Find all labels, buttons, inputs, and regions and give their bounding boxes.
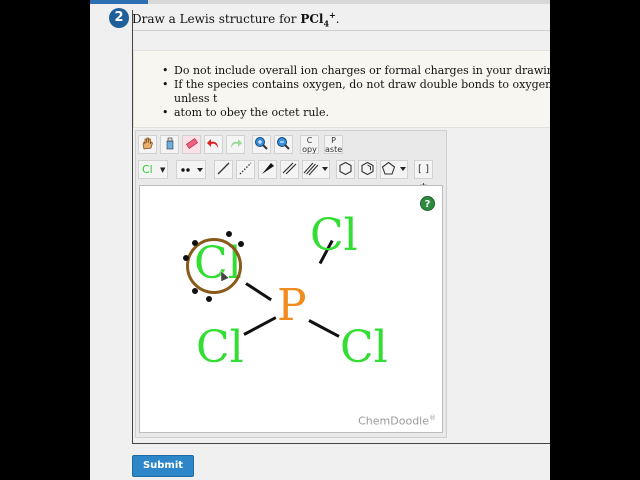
formula: PCl4+ bbox=[300, 10, 336, 28]
zoom-in-icon bbox=[255, 137, 268, 150]
redo-button[interactable] bbox=[226, 135, 245, 154]
eraser-button[interactable] bbox=[182, 135, 201, 154]
single-bond-icon bbox=[217, 162, 230, 175]
chlorine-atom-bottomleft[interactable]: Cl bbox=[196, 326, 244, 370]
spray-bottle-icon bbox=[166, 137, 174, 150]
toolbar-row-1: C opy P aste bbox=[138, 135, 438, 155]
instruction-continuation: atom to obey the octet rule. bbox=[174, 106, 329, 119]
help-icon[interactable]: ? bbox=[420, 196, 435, 211]
instructions-box: Do not include overall ion charges or fo… bbox=[133, 50, 550, 128]
submit-button[interactable]: Submit bbox=[132, 455, 194, 477]
undo-arrow-icon bbox=[207, 139, 218, 148]
pan-hand-button[interactable] bbox=[138, 135, 157, 154]
instruction-item-continued: atom to obey the octet rule. bbox=[162, 106, 550, 120]
element-selector[interactable]: Cl ▼ bbox=[138, 160, 168, 179]
instruction-item: Do not include overall ion charges or fo… bbox=[162, 64, 550, 78]
active-tab-indicator bbox=[90, 0, 148, 4]
brand-mark: ® bbox=[429, 414, 436, 423]
bond-p-cl-bottomright bbox=[308, 319, 340, 338]
wedge-bond-button[interactable] bbox=[258, 160, 277, 179]
prompt-suffix: . bbox=[335, 12, 340, 26]
benzene-icon bbox=[361, 161, 374, 176]
lone-pair-electron bbox=[192, 288, 198, 294]
zoom-out-button[interactable] bbox=[274, 135, 293, 154]
brand-text: ChemDoodle bbox=[358, 415, 429, 428]
cyclohexane-button[interactable] bbox=[336, 160, 355, 179]
double-bond-button[interactable] bbox=[280, 160, 299, 179]
question-number-badge: 2 bbox=[109, 8, 129, 28]
charge-bracket-button[interactable]: [ ]± bbox=[414, 160, 433, 192]
phosphorus-atom[interactable]: P bbox=[277, 284, 307, 328]
redo-arrow-icon bbox=[231, 139, 242, 148]
top-tab-strip bbox=[90, 0, 550, 4]
clear-button[interactable] bbox=[160, 135, 179, 154]
undo-button[interactable] bbox=[204, 135, 223, 154]
benzene-button[interactable] bbox=[358, 160, 377, 179]
lone-pair-icon bbox=[181, 168, 203, 172]
dashed-bond-icon bbox=[239, 162, 252, 175]
chevron-down-icon: ▼ bbox=[160, 166, 166, 174]
chemdoodle-brand: ChemDoodle® bbox=[358, 414, 436, 428]
bond-p-cl-topleft bbox=[245, 282, 272, 302]
triple-bond-icon bbox=[303, 162, 328, 176]
formula-superscript: + bbox=[329, 10, 336, 20]
pentagon-icon bbox=[381, 161, 406, 175]
lone-pair-electron bbox=[226, 231, 232, 237]
triple-bond-selector[interactable] bbox=[302, 160, 330, 179]
lone-pair-selector[interactable] bbox=[176, 160, 206, 179]
prompt-divider bbox=[133, 30, 550, 31]
drawing-canvas[interactable]: ? Cl Cl P Cl Cl ChemDoodle® bbox=[139, 185, 443, 433]
hand-icon bbox=[142, 137, 153, 150]
element-label: Cl bbox=[142, 163, 153, 176]
lone-pair-electron bbox=[238, 241, 244, 247]
hexagon-icon bbox=[339, 161, 352, 176]
ring-selector[interactable] bbox=[380, 160, 408, 179]
zoom-out-icon bbox=[277, 137, 290, 150]
selected-atom-highlight-ring bbox=[186, 238, 242, 294]
copy-button[interactable]: C opy bbox=[300, 135, 319, 154]
question-page: 2 Draw a Lewis structure for PCl4+. Do n… bbox=[90, 0, 550, 480]
chemdoodle-editor: C opy P aste Cl ▼ [] ? Cl Cl P Cl Cl Ch… bbox=[135, 130, 447, 438]
eraser-icon bbox=[186, 138, 198, 149]
formula-base: PCl bbox=[300, 12, 324, 26]
question-prompt: Draw a Lewis structure for PCl4+. bbox=[132, 10, 340, 28]
question-frame-bottom bbox=[132, 443, 550, 444]
chlorine-atom-topright[interactable]: Cl bbox=[310, 214, 358, 258]
instructions-list: Do not include overall ion charges or fo… bbox=[162, 64, 550, 120]
single-bond-button[interactable] bbox=[214, 160, 233, 179]
chlorine-atom-bottomright[interactable]: Cl bbox=[340, 326, 388, 370]
prompt-text: Draw a Lewis structure for bbox=[132, 12, 301, 26]
lone-pair-electron bbox=[206, 296, 212, 302]
lone-pair-electron bbox=[192, 240, 198, 246]
bond-p-cl-bottomleft bbox=[243, 316, 277, 336]
wedge-bond-icon bbox=[262, 163, 274, 174]
zoom-in-button[interactable] bbox=[252, 135, 271, 154]
lone-pair-electron bbox=[183, 255, 189, 261]
dashed-bond-button[interactable] bbox=[236, 160, 255, 179]
double-bond-icon bbox=[282, 162, 297, 175]
instruction-item: If the species contains oxygen, do not d… bbox=[162, 78, 550, 106]
toolbar-row-2: Cl ▼ [] bbox=[138, 160, 438, 192]
paste-button[interactable]: P aste bbox=[324, 135, 343, 154]
